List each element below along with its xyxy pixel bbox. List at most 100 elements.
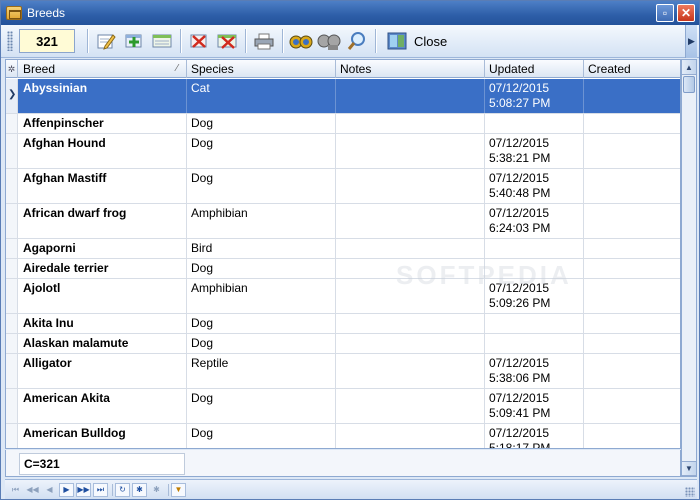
cell-created[interactable] [584,259,680,278]
row-indicator[interactable] [6,239,18,258]
table-row[interactable]: Afghan Mastiff Dog 07/12/2015 5:40:48 PM [6,169,680,204]
cell-notes[interactable] [336,389,485,423]
edit-record-button[interactable] [92,28,120,54]
filter-toggle-button[interactable]: ▼ [171,482,186,497]
cell-notes[interactable] [336,134,485,168]
cell-updated[interactable] [485,259,584,278]
close-window-button[interactable]: ✕ [677,4,695,22]
toolbar-grip[interactable] [7,31,13,51]
cell-notes[interactable] [336,204,485,238]
cell-notes[interactable] [336,169,485,203]
table-row[interactable]: Alaskan malamute Dog [6,334,680,354]
cell-species[interactable]: Cat [187,79,336,113]
cell-notes[interactable] [336,259,485,278]
vertical-scrollbar[interactable]: ▲ ▼ [681,59,697,477]
cell-species[interactable]: Amphibian [187,279,336,313]
find-next-button[interactable] [315,28,343,54]
maximize-button[interactable]: ▫ [656,4,674,22]
cell-created[interactable] [584,239,680,258]
cell-updated[interactable] [485,334,584,353]
cell-updated[interactable]: 07/12/2015 5:08:27 PM [485,79,584,113]
cell-breed[interactable]: African dwarf frog [19,204,187,238]
column-header-updated[interactable]: Updated [485,60,584,78]
table-row[interactable]: Akita Inu Dog [6,314,680,334]
delete-all-button[interactable] [213,28,241,54]
cell-created[interactable] [584,354,680,388]
column-header-notes[interactable]: Notes [336,60,485,78]
column-header-species[interactable]: Species [187,60,336,78]
cell-updated[interactable]: 07/12/2015 5:09:26 PM [485,279,584,313]
cell-updated[interactable]: 07/12/2015 5:38:21 PM [485,134,584,168]
cell-species[interactable]: Dog [187,334,336,353]
cell-updated[interactable]: 07/12/2015 5:40:48 PM [485,169,584,203]
column-header-created[interactable]: Created [584,60,680,78]
cell-species[interactable]: Dog [187,314,336,333]
cell-breed[interactable]: Agaporni [19,239,187,258]
cell-notes[interactable] [336,279,485,313]
row-indicator[interactable] [6,114,18,133]
row-indicator[interactable] [6,314,18,333]
row-indicator[interactable] [6,389,18,423]
cell-breed[interactable]: Akita Inu [19,314,187,333]
breeds-grid[interactable]: ✲ Breed ⁄ Species Notes Updated Created … [5,59,681,449]
cell-created[interactable] [584,389,680,423]
cell-breed[interactable]: Alligator [19,354,187,388]
cell-updated[interactable] [485,114,584,133]
cell-created[interactable] [584,134,680,168]
cell-notes[interactable] [336,239,485,258]
table-row[interactable]: American Akita Dog 07/12/2015 5:09:41 PM [6,389,680,424]
row-indicator[interactable] [6,134,18,168]
cell-created[interactable] [584,79,680,113]
cell-updated[interactable]: 07/12/2015 6:24:03 PM [485,204,584,238]
prev-page-button[interactable]: ◀◀ [25,483,40,497]
table-row[interactable]: African dwarf frog Amphibian 07/12/2015 … [6,204,680,239]
cell-notes[interactable] [336,114,485,133]
cell-notes[interactable] [336,79,485,113]
table-row[interactable]: Alligator Reptile 07/12/2015 5:38:06 PM [6,354,680,389]
last-page-button[interactable]: ⏭ [93,482,108,497]
cell-notes[interactable] [336,314,485,333]
first-page-button[interactable]: ⏮ [8,483,23,497]
cell-created[interactable] [584,314,680,333]
row-indicator[interactable] [6,279,18,313]
row-indicator[interactable] [6,259,18,278]
cell-created[interactable] [584,279,680,313]
cell-species[interactable]: Dog [187,134,336,168]
close-button[interactable]: Close [380,28,453,54]
cancel-edit-button[interactable]: ✱ [149,483,164,497]
add-record-button[interactable] [120,28,148,54]
scroll-down-button[interactable]: ▼ [682,461,696,476]
title-bar[interactable]: Breeds ▫ ✕ [1,1,699,25]
cell-breed[interactable]: Afghan Mastiff [19,169,187,203]
cell-breed[interactable]: Abyssinian [19,79,187,113]
cell-breed[interactable]: American Akita [19,389,187,423]
add-copy-button[interactable] [148,28,176,54]
cell-updated[interactable]: 07/12/2015 5:38:06 PM [485,354,584,388]
cell-species[interactable]: Amphibian [187,204,336,238]
cell-created[interactable] [584,424,680,448]
print-button[interactable] [250,28,278,54]
prev-record-button[interactable]: ◀ [42,483,57,497]
cell-breed[interactable]: Alaskan malamute [19,334,187,353]
cell-notes[interactable] [336,354,485,388]
cell-breed[interactable]: Afghan Hound [19,134,187,168]
cell-created[interactable] [584,114,680,133]
row-indicator[interactable] [6,424,18,448]
table-row[interactable]: Afghan Hound Dog 07/12/2015 5:38:21 PM [6,134,680,169]
refresh-button[interactable]: ↻ [115,482,130,497]
cell-created[interactable] [584,334,680,353]
toolbar-overflow-button[interactable]: ▶ [685,25,697,58]
cell-updated[interactable]: 07/12/2015 5:09:41 PM [485,389,584,423]
scroll-thumb[interactable] [683,76,695,93]
table-row[interactable]: American Bulldog Dog 07/12/2015 5:18:17 … [6,424,680,448]
cell-notes[interactable] [336,424,485,448]
cell-species[interactable]: Bird [187,239,336,258]
next-page-button[interactable]: ▶▶ [76,482,91,497]
table-row[interactable]: Ajolotl Amphibian 07/12/2015 5:09:26 PM [6,279,680,314]
table-row[interactable]: Affenpinscher Dog [6,114,680,134]
delete-record-button[interactable] [185,28,213,54]
cell-created[interactable] [584,204,680,238]
row-indicator[interactable] [6,169,18,203]
cell-updated[interactable] [485,314,584,333]
row-indicator[interactable] [6,334,18,353]
